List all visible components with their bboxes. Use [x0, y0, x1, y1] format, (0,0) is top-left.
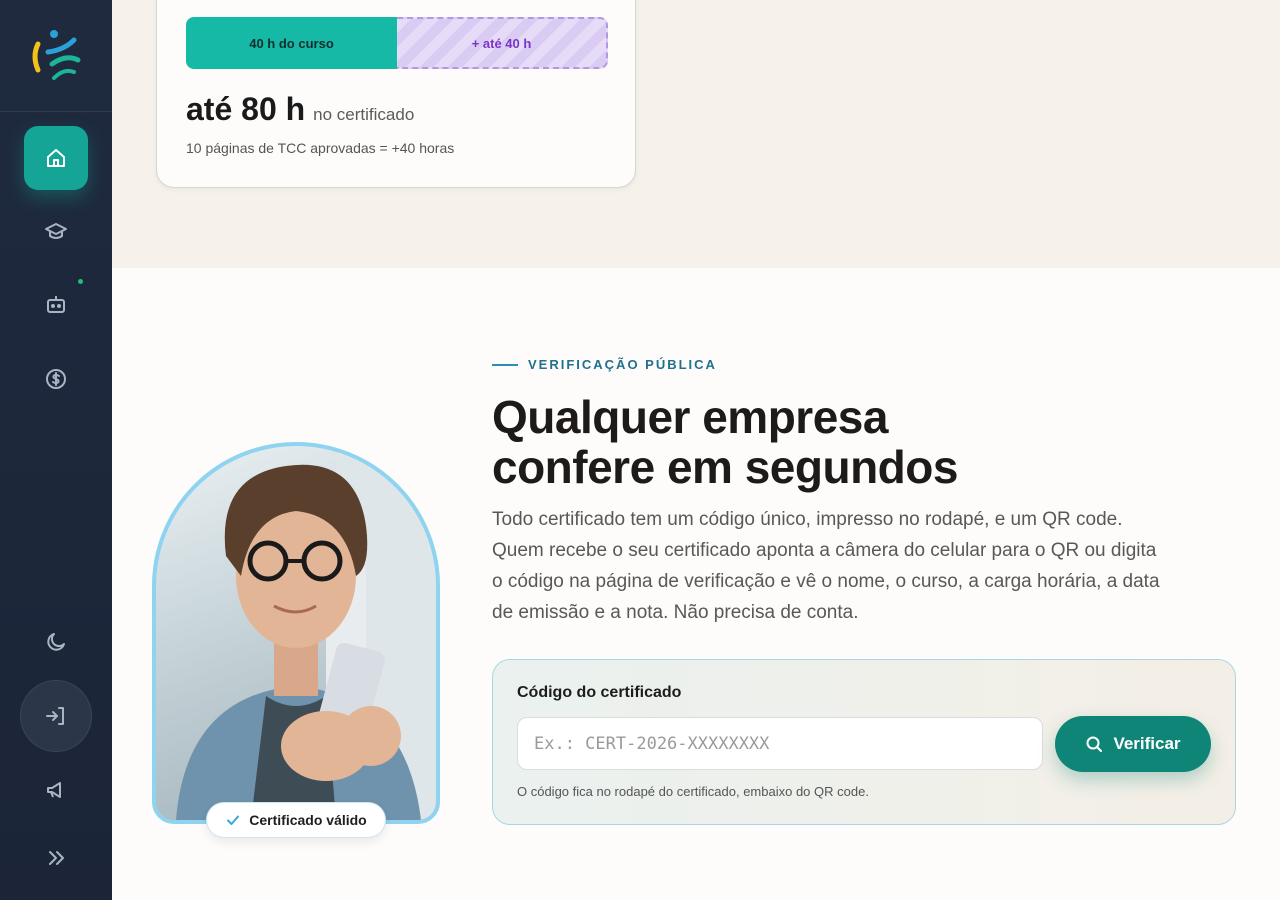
certificate-code-hint: O código fica no rodapé do certificado, … [517, 784, 869, 799]
section-headline: Qualquer empresa confere em segundos [492, 392, 1032, 492]
megaphone-icon [47, 782, 61, 798]
person-photo [152, 442, 440, 824]
section-description: Todo certificado tem um código único, im… [492, 509, 1160, 623]
headline-line-1: Qualquer empresa [492, 391, 888, 443]
dollar-circle-icon [46, 369, 66, 389]
verification-section: Certificado válido VERIFICAÇÃO PÚBLICA Q… [112, 268, 1280, 900]
eyebrow-line [492, 363, 518, 366]
announcements-button[interactable] [24, 758, 88, 822]
moon-icon [47, 633, 65, 651]
search-icon [1086, 736, 1103, 752]
expand-sidebar-button[interactable] [24, 826, 88, 890]
course-hours-segment: 40 h do curso [186, 17, 397, 69]
badge-label: Certificado válido [249, 812, 367, 828]
chevrons-right-icon [49, 851, 64, 865]
home-icon [47, 149, 65, 167]
eyebrow-text: VERIFICAÇÃO PÚBLICA [528, 357, 717, 372]
certificate-code-input[interactable] [517, 717, 1043, 770]
hours-section: 40 h do curso + até 40 h até 80 h no cer… [112, 0, 1280, 268]
robot-icon [47, 296, 65, 313]
logout-icon [46, 707, 64, 725]
sidebar [0, 0, 112, 900]
extra-hours-segment: + até 40 h [397, 17, 608, 69]
sidebar-item-finance[interactable] [24, 347, 88, 411]
headline-line-2: confere em segundos [492, 441, 958, 493]
total-hours-suffix: no certificado [313, 105, 415, 124]
section-eyebrow: VERIFICAÇÃO PÚBLICA [492, 357, 717, 372]
tcc-note: 10 páginas de TCC aprovadas = +40 horas [186, 140, 455, 156]
person-with-phone-illustration [176, 446, 436, 820]
sidebar-item-home[interactable] [24, 126, 88, 190]
logout-button[interactable] [20, 680, 92, 752]
notification-dot [78, 279, 83, 284]
valid-certificate-badge: Certificado válido [206, 802, 386, 838]
verify-button-label: Verificar [1113, 734, 1181, 753]
hours-bar: 40 h do curso + até 40 h [186, 17, 608, 69]
total-hours: até 80 h no certificado [186, 91, 414, 128]
logo[interactable] [0, 0, 112, 112]
certificate-code-label: Código do certificado [517, 684, 682, 701]
verification-form: Código do certificado Verificar O código… [492, 659, 1236, 825]
brand-logo-icon [32, 29, 81, 80]
total-hours-value: até 80 h [186, 91, 306, 127]
verify-button[interactable]: Verificar [1055, 716, 1211, 772]
check-icon [227, 815, 240, 825]
graduation-cap-icon [45, 223, 67, 239]
hours-card: 40 h do curso + até 40 h até 80 h no cer… [156, 0, 636, 188]
sidebar-item-courses[interactable] [24, 200, 88, 264]
theme-toggle-button[interactable] [24, 610, 88, 674]
